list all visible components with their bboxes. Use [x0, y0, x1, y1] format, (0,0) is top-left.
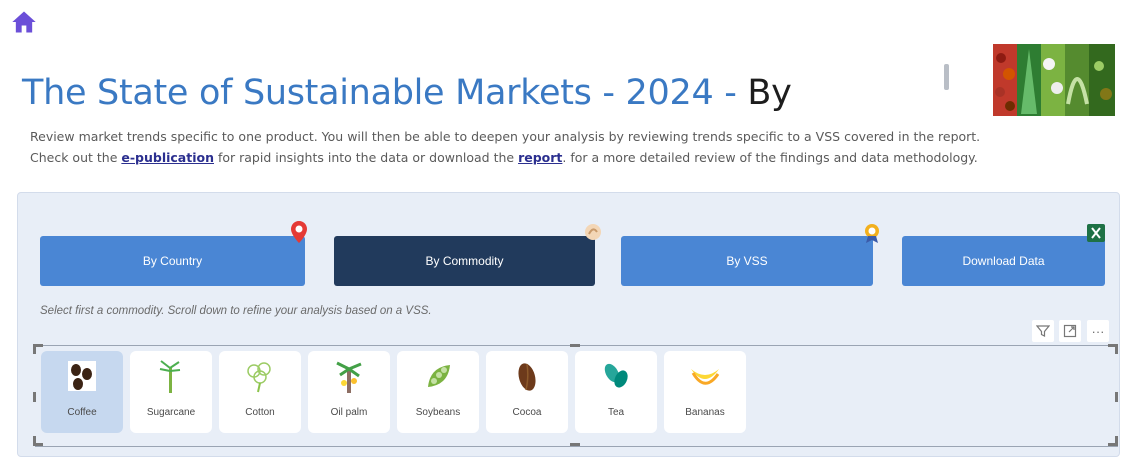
by-country-button[interactable]: By Country	[40, 236, 305, 286]
commodity-label: Sugarcane	[146, 407, 196, 418]
commodities-collage-image	[993, 44, 1115, 116]
resize-handle[interactable]	[570, 344, 580, 347]
oil-palm-icon	[336, 361, 362, 393]
page-title: The State of Sustainable Markets - 2024 …	[22, 70, 792, 116]
description-line-2: Check out the e-publication for rapid in…	[30, 147, 1100, 168]
soybeans-icon	[428, 365, 450, 387]
by-commodity-label: By Commodity	[425, 254, 504, 268]
bananas-icon	[691, 369, 720, 385]
resize-handle[interactable]	[1115, 392, 1118, 402]
download-data-button[interactable]: Download Data	[902, 236, 1105, 286]
by-vss-button[interactable]: By VSS	[621, 236, 873, 286]
focus-mode-icon[interactable]	[1059, 320, 1081, 342]
resize-handle[interactable]	[1115, 436, 1118, 446]
commodity-label: Cocoa	[512, 407, 542, 418]
resize-handle[interactable]	[33, 392, 36, 402]
commodity-label: Bananas	[685, 407, 725, 418]
by-country-label: By Country	[142, 254, 203, 268]
filter-icon[interactable]	[1032, 320, 1054, 342]
hand-icon	[585, 224, 601, 240]
commodity-tile-sugarcane[interactable]: Sugarcane	[130, 351, 212, 433]
resize-handle[interactable]	[570, 443, 580, 446]
scroll-indicator	[944, 64, 949, 90]
coffee-icon	[68, 361, 96, 391]
excel-icon	[1087, 224, 1105, 242]
commodity-label: Coffee	[67, 407, 97, 418]
description-text: for rapid insights into the data or down…	[213, 150, 519, 165]
resize-handle[interactable]	[33, 344, 36, 354]
description-line-1: Review market trends specific to one pro…	[30, 129, 981, 144]
description-text: Check out the	[30, 150, 122, 165]
report-link[interactable]: report	[518, 150, 562, 165]
sugarcane-icon	[159, 360, 181, 393]
commodity-label: Tea	[607, 407, 625, 418]
page-description: Review market trends specific to one pro…	[30, 126, 1100, 168]
cotton-icon	[247, 362, 271, 393]
resize-handle[interactable]	[1115, 344, 1118, 354]
commodity-tile-tea[interactable]: Tea	[575, 351, 657, 433]
commodity-tile-soybeans[interactable]: Soybeans	[397, 351, 479, 433]
more-options-button[interactable]: ···	[1087, 320, 1109, 342]
commodity-label: Soybeans	[415, 407, 461, 418]
home-icon[interactable]	[10, 8, 38, 36]
commodity-tile-oil-palm[interactable]: Oil palm	[308, 351, 390, 433]
description-text: . for a more detailed review of the find…	[562, 150, 978, 165]
commodity-tile-cocoa[interactable]: Cocoa	[486, 351, 568, 433]
by-commodity-button[interactable]: By Commodity	[334, 236, 595, 286]
map-pin-icon	[291, 221, 307, 243]
commodity-tile-cotton[interactable]: Cotton	[219, 351, 301, 433]
certification-badge-icon	[865, 224, 879, 243]
by-vss-label: By VSS	[726, 254, 768, 268]
commodity-tile-coffee[interactable]: Coffee	[41, 351, 123, 433]
title-main: The State of Sustainable Markets - 2024 …	[22, 73, 748, 113]
commodity-tile-bananas[interactable]: Bananas	[664, 351, 746, 433]
commodity-label: Oil palm	[330, 407, 368, 418]
cocoa-icon	[518, 363, 536, 391]
title-suffix: By	[747, 73, 792, 113]
tea-icon	[604, 363, 628, 388]
download-data-label: Download Data	[962, 254, 1045, 268]
e-publication-link[interactable]: e-publication	[121, 150, 214, 165]
commodity-label: Cotton	[245, 407, 275, 418]
selection-hint: Select first a commodity. Scroll down to…	[40, 305, 432, 317]
resize-handle[interactable]	[33, 436, 36, 446]
